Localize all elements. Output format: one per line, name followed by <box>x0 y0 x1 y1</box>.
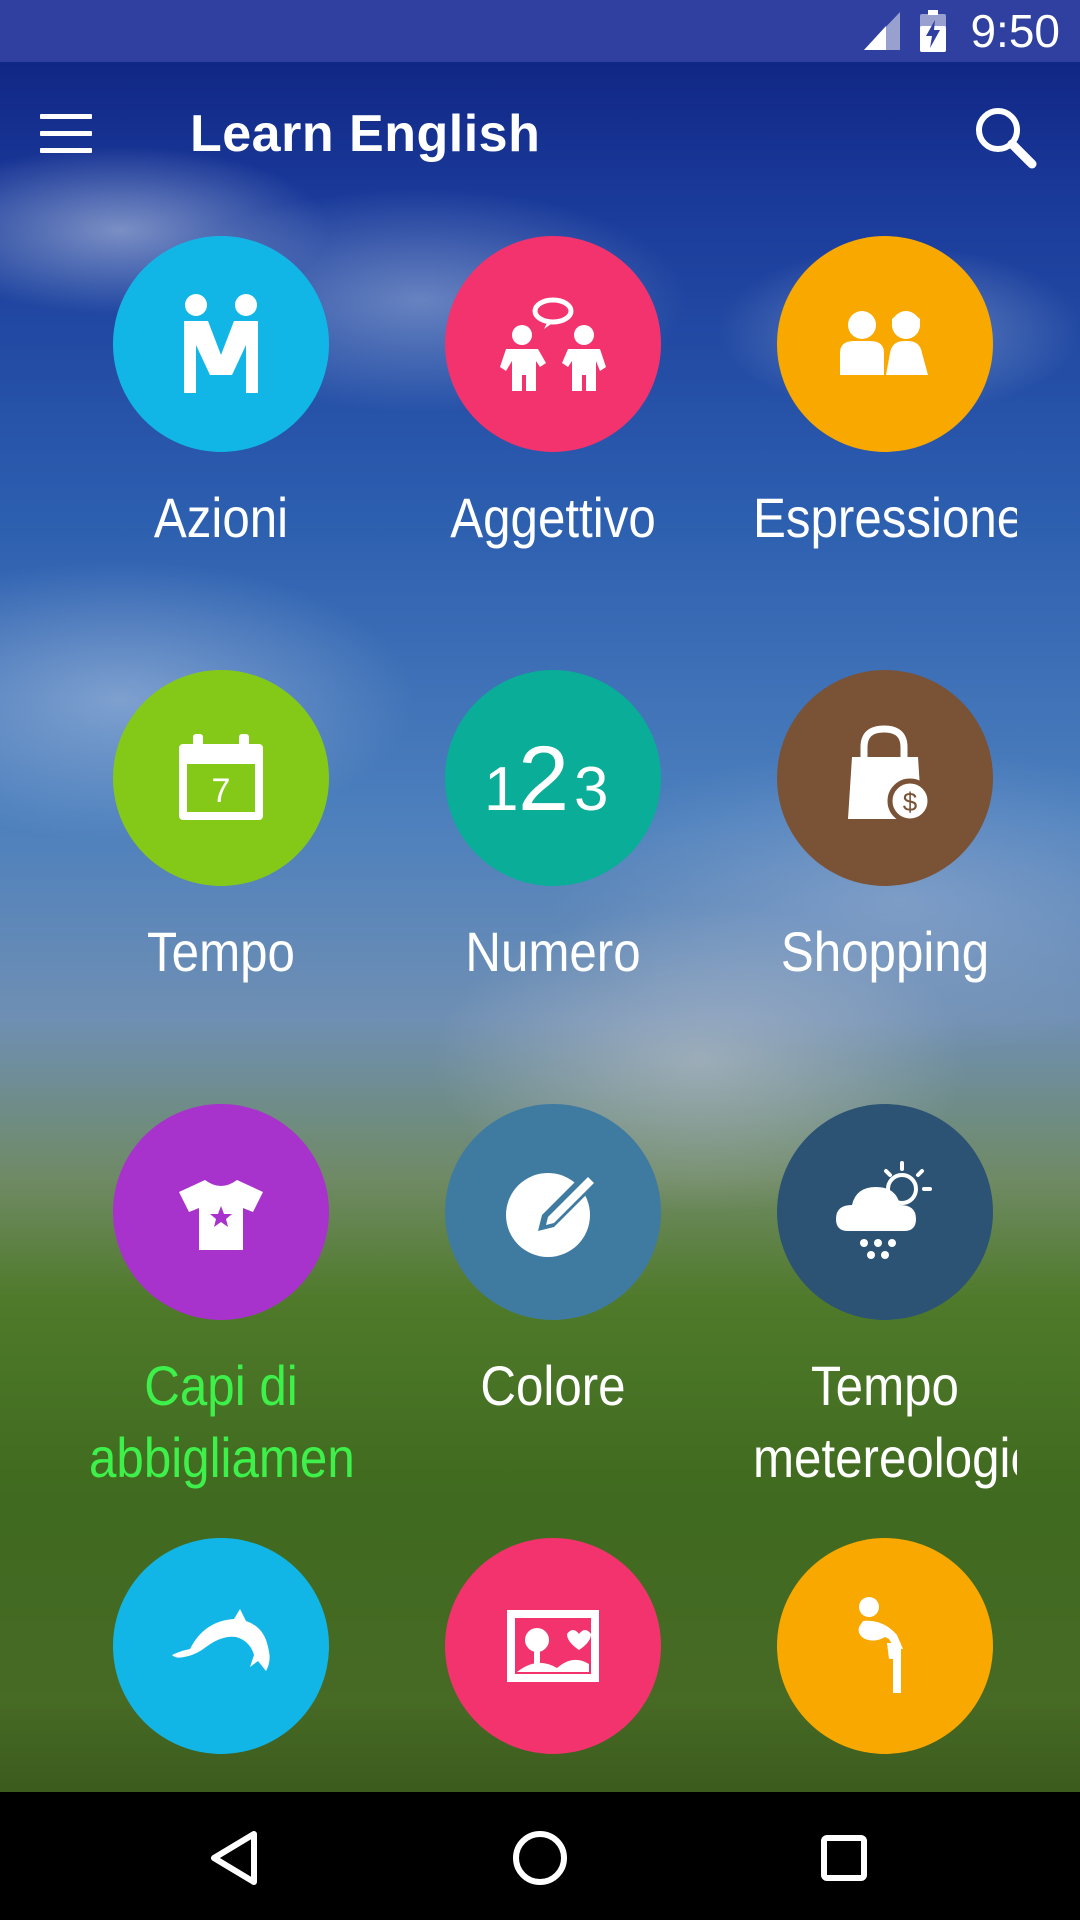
app-title: Learn English <box>190 105 541 163</box>
svg-text:3: 3 <box>574 755 608 824</box>
category-label: Numero <box>465 920 641 983</box>
category-circle <box>113 1538 329 1754</box>
palette-pencil-icon <box>506 1171 598 1257</box>
weather-cloud-icon <box>836 1161 932 1259</box>
search-icon[interactable] <box>972 104 1038 170</box>
category-body[interactable] <box>720 1538 1050 1784</box>
category-label: Capi di abbigliamento <box>89 1354 353 1489</box>
tshirt-icon <box>179 1180 263 1250</box>
category-circle <box>445 1104 661 1320</box>
category-circle <box>777 1538 993 1754</box>
dolphin-icon <box>172 1609 270 1671</box>
category-tempo[interactable]: 7 Tempo <box>56 670 386 988</box>
talking-people-icon <box>500 297 606 391</box>
back-icon[interactable] <box>204 1826 268 1890</box>
shopping-bag-icon: $ <box>848 725 933 824</box>
category-circle <box>777 1104 993 1320</box>
battery-charging-icon <box>920 10 946 52</box>
svg-text:$: $ <box>903 787 918 817</box>
category-pictures[interactable] <box>388 1538 718 1784</box>
signal-icon <box>864 12 900 50</box>
category-circle: 1 2 3 <box>445 670 661 886</box>
category-label: Tempo <box>147 920 295 983</box>
category-espressione[interactable]: Espressione <box>720 236 1050 554</box>
category-label: Azioni <box>153 486 289 549</box>
category-circle <box>445 236 661 452</box>
category-circle: 7 <box>113 670 329 886</box>
category-label: Tempo metereologico <box>753 1354 1017 1489</box>
category-capi-di-abbigliamento[interactable]: Capi di abbigliamento <box>56 1104 386 1494</box>
category-circle <box>445 1538 661 1754</box>
category-tempo-metereologico[interactable]: Tempo metereologico <box>720 1104 1050 1494</box>
hamburger-menu-icon[interactable] <box>40 114 92 158</box>
svg-text:2: 2 <box>518 728 569 828</box>
category-grid: Azioni Aggettivo Espressione 7 Tempo 1 2… <box>0 0 1080 1792</box>
category-label: Espressione <box>753 486 1017 549</box>
category-label: Shopping <box>780 920 990 983</box>
couple-icon <box>840 311 928 375</box>
app-bar: Learn English <box>0 62 1080 212</box>
category-animals[interactable] <box>56 1538 386 1784</box>
svg-text:7: 7 <box>212 772 231 810</box>
picture-icon <box>507 1610 599 1682</box>
category-colore[interactable]: Colore <box>388 1104 718 1422</box>
category-numero[interactable]: 1 2 3 Numero <box>388 670 718 988</box>
home-icon[interactable] <box>508 1826 572 1890</box>
status-bar: 9:50 <box>0 0 1080 62</box>
svg-text:1: 1 <box>484 755 518 824</box>
handshake-people-icon <box>184 294 258 393</box>
category-aggettivo[interactable]: Aggettivo <box>388 236 718 554</box>
category-label: Colore <box>480 1354 626 1417</box>
recent-apps-icon[interactable] <box>812 1826 876 1890</box>
numbers-123-icon: 1 2 3 <box>484 728 608 828</box>
bending-person-icon <box>858 1597 903 1693</box>
category-circle <box>777 236 993 452</box>
status-time: 9:50 <box>970 5 1060 57</box>
category-label: Aggettivo <box>450 486 656 549</box>
category-circle <box>113 236 329 452</box>
navigation-bar <box>0 1792 1080 1920</box>
category-azioni[interactable]: Azioni <box>56 236 386 554</box>
calendar-icon: 7 <box>179 734 263 820</box>
category-circle: $ <box>777 670 993 886</box>
category-circle <box>113 1104 329 1320</box>
category-shopping[interactable]: $ Shopping <box>720 670 1050 988</box>
